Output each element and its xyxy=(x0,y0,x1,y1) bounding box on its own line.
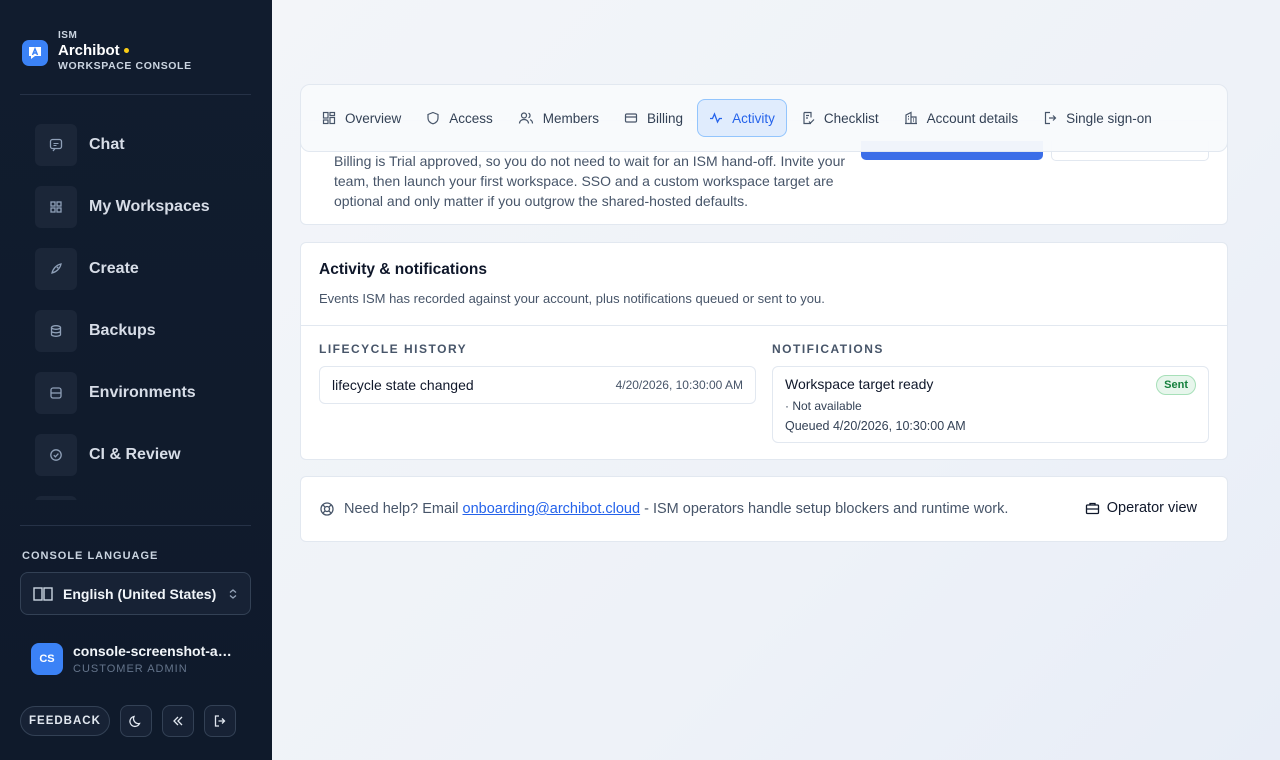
sidebar: ISM Archibot WORKSPACE CONSOLE Chat My W… xyxy=(0,0,272,760)
tab-access[interactable]: Access xyxy=(415,99,504,137)
language-select[interactable]: English (United States) xyxy=(20,572,251,615)
lifecycle-event-name: lifecycle state changed xyxy=(332,377,474,393)
sign-in-icon xyxy=(1045,111,1057,125)
tab-checklist[interactable]: Checklist xyxy=(790,99,890,137)
operator-view-button[interactable]: Operator view xyxy=(1085,500,1197,516)
user-profile[interactable]: CS console-screenshot-admin CUSTOMER ADM… xyxy=(31,643,235,675)
sign-out-button[interactable] xyxy=(203,705,236,737)
lifecycle-event-time: 4/20/2026, 10:30:00 AM xyxy=(615,378,743,392)
tab-label: Account details xyxy=(926,110,1019,126)
checklist-icon xyxy=(803,111,815,125)
sign-out-icon xyxy=(214,715,226,727)
divider xyxy=(301,325,1227,326)
database-icon xyxy=(35,310,77,352)
brand-subtitle: WORKSPACE CONSOLE xyxy=(58,60,192,72)
brand[interactable]: ISM Archibot WORKSPACE CONSOLE xyxy=(22,30,192,72)
language-label: CONSOLE LANGUAGE xyxy=(22,550,159,562)
tab-label: Activity xyxy=(732,110,775,126)
chevrons-left-icon xyxy=(172,716,183,726)
feedback-button[interactable]: FEEDBACK xyxy=(20,706,110,736)
sidebar-item-ci-review[interactable]: CI & Review xyxy=(35,434,251,476)
tab-members[interactable]: Members xyxy=(507,99,610,137)
lifecycle-event: lifecycle state changed 4/20/2026, 10:30… xyxy=(319,366,756,404)
overview-icon xyxy=(322,111,336,125)
status-badge: Sent xyxy=(1156,375,1196,395)
activity-notifications-card: Activity & notifications Events ISM has … xyxy=(300,242,1228,460)
user-role: CUSTOMER ADMIN xyxy=(73,663,188,675)
brand-org: ISM xyxy=(58,30,78,41)
help-text: Need help? Email onboarding@archibot.clo… xyxy=(344,501,1008,517)
sidebar-nav[interactable]: Chat My Workspaces Create Backups Enviro… xyxy=(35,124,251,500)
support-email-link[interactable]: onboarding@archibot.cloud xyxy=(463,501,641,517)
tab-label: Checklist xyxy=(823,110,879,126)
sidebar-footer: FEEDBACK xyxy=(20,705,236,737)
tab-label: Access xyxy=(449,110,493,126)
divider xyxy=(20,525,251,526)
building-icon xyxy=(904,111,917,125)
language-value: English (United States) xyxy=(63,585,217,602)
tab-activity[interactable]: Activity xyxy=(697,99,787,137)
chat-icon xyxy=(35,124,77,166)
tab-billing[interactable]: Billing xyxy=(613,99,694,137)
server-icon xyxy=(35,372,77,414)
rocket-icon xyxy=(35,248,77,290)
tab-label: Single sign-on xyxy=(1066,110,1152,126)
brand-name-text: Archibot xyxy=(58,42,120,59)
brand-name: Archibot xyxy=(58,42,192,59)
notification-title: Workspace target ready xyxy=(785,376,934,392)
book-icon xyxy=(33,586,53,601)
sidebar-item-label: Chat xyxy=(89,136,125,153)
credit-card-icon xyxy=(624,113,638,123)
check-circle-icon xyxy=(35,434,77,476)
main-content: Billing is Trial approved, so you do not… xyxy=(272,0,1280,760)
collapse-sidebar-button[interactable] xyxy=(161,705,194,737)
sidebar-item-label: CI & Review xyxy=(89,446,181,463)
notifications-label: NOTIFICATIONS xyxy=(772,342,884,356)
avatar: CS xyxy=(31,643,63,675)
sidebar-item-create[interactable]: Create xyxy=(35,248,251,290)
activity-icon xyxy=(710,112,723,124)
shield-icon xyxy=(427,111,439,125)
lifecycle-history-label: LIFECYCLE HISTORY xyxy=(319,342,468,356)
sidebar-item-chat[interactable]: Chat xyxy=(35,124,251,166)
sidebar-item-environments[interactable]: Environments xyxy=(35,372,251,414)
section-title: Activity & notifications xyxy=(319,261,487,278)
help-suffix: - ISM operators handle setup blockers an… xyxy=(644,501,1009,517)
sidebar-item-label: Backups xyxy=(89,322,156,339)
tab-account-details[interactable]: Account details xyxy=(893,99,1030,137)
notification-queued-time: Queued 4/20/2026, 10:30:00 AM xyxy=(785,419,966,433)
status-dot xyxy=(123,48,129,53)
divider xyxy=(20,94,251,95)
briefcase-icon xyxy=(1085,502,1099,515)
sidebar-item-my-workspaces[interactable]: My Workspaces xyxy=(35,186,251,228)
user-name: console-screenshot-admin xyxy=(73,643,235,659)
help-banner: Need help? Email onboarding@archibot.clo… xyxy=(300,476,1228,542)
theme-toggle-button[interactable] xyxy=(119,705,152,737)
archibot-logo-icon xyxy=(22,40,48,66)
notification-channel: · Not available xyxy=(785,399,862,413)
users-icon xyxy=(518,112,533,124)
help-prefix: Need help? Email xyxy=(344,501,459,517)
nav-placeholder-icon xyxy=(35,496,77,500)
tab-label: Billing xyxy=(647,110,684,126)
sidebar-item-label: Create xyxy=(89,260,139,277)
billing-status-text: Billing is Trial approved, so you do not… xyxy=(334,153,846,209)
account-tabs: Overview Access Members Billing Activity… xyxy=(300,84,1228,152)
grid-icon xyxy=(35,186,77,228)
tab-overview[interactable]: Overview xyxy=(311,99,412,137)
notification-item: Workspace target ready Sent · Not availa… xyxy=(772,366,1209,443)
moon-icon xyxy=(129,715,141,728)
section-description: Events ISM has recorded against your acc… xyxy=(319,291,825,306)
sidebar-item-backups[interactable]: Backups xyxy=(35,310,251,352)
tab-label: Members xyxy=(542,110,600,126)
sidebar-item-label: My Workspaces xyxy=(89,198,210,215)
tab-label: Overview xyxy=(345,110,402,126)
operator-view-label: Operator view xyxy=(1106,500,1197,516)
sidebar-item-label: Environments xyxy=(89,384,196,401)
chevron-updown-icon xyxy=(229,588,237,599)
sidebar-item-partial[interactable] xyxy=(35,496,251,500)
lifebuoy-icon xyxy=(320,502,334,516)
tab-single-sign-on[interactable]: Single sign-on xyxy=(1032,99,1163,137)
